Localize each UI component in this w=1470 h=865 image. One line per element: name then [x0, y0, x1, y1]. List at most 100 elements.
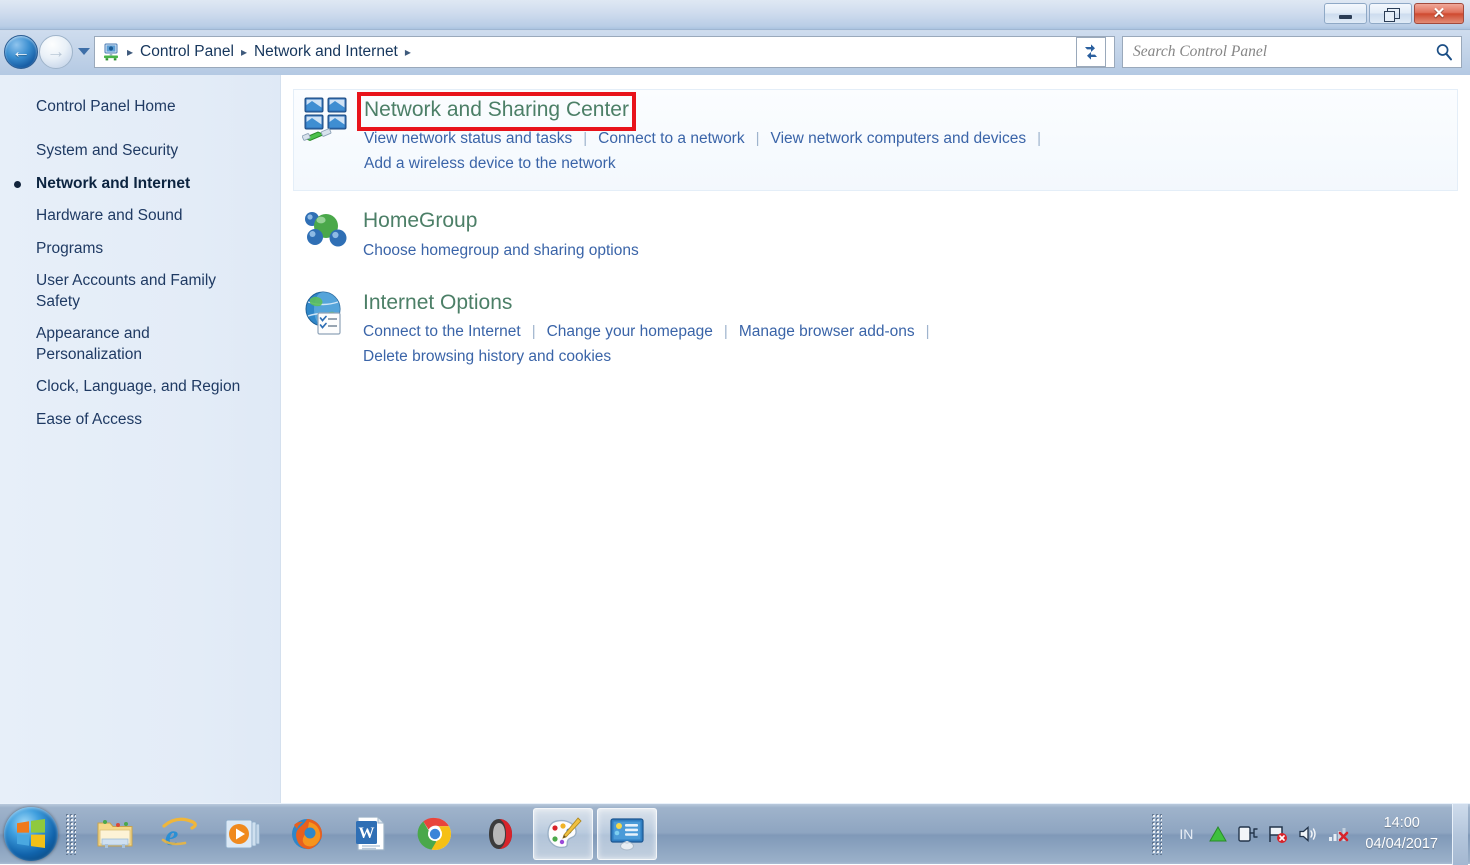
link-delete-browsing-history-and-cookies[interactable]: Delete browsing history and cookies	[363, 344, 611, 369]
network-sharing-center-icon	[301, 96, 356, 146]
sidebar-item-label: User Accounts and Family Safety	[36, 272, 217, 310]
sidebar-item-clock-language-and-region[interactable]: Clock, Language, and Region	[0, 371, 280, 403]
taskbar-item-opera[interactable]	[469, 808, 529, 860]
taskbar-item-mozilla-firefox[interactable]	[277, 808, 337, 860]
windows-media-player-icon	[225, 819, 260, 849]
close-icon: ✕	[1432, 5, 1446, 22]
address-bar[interactable]: ▸ Control Panel ▸ Network and Internet ▸	[94, 36, 1115, 68]
control-panel-icon	[101, 42, 121, 62]
taskbar-grip[interactable]	[65, 813, 76, 855]
recent-pages-button[interactable]	[76, 45, 92, 59]
homegroup-icon	[301, 207, 355, 257]
category-title-homegroup[interactable]: HomeGroup	[363, 209, 477, 233]
link-manage-browser-add-ons[interactable]: Manage browser add-ons	[739, 319, 915, 344]
navigation-bar: ← → ▸ Control Panel ▸ Network and Intern…	[0, 31, 1470, 75]
mozilla-firefox-icon	[292, 819, 322, 850]
sidebar-item-label: Clock, Language, and Region	[36, 378, 241, 396]
category-title-wrapper: Network and Sharing Center	[357, 92, 636, 132]
link-view-network-computers-and-devices[interactable]: View network computers and devices	[771, 126, 1027, 151]
chevron-down-icon	[78, 48, 90, 55]
category-body: HomeGroup Choose homegroup and sharing o…	[363, 207, 1450, 262]
taskbar-item-internet-explorer[interactable]: e	[149, 808, 209, 860]
show-desktop-button[interactable]	[1452, 803, 1468, 865]
network-icon[interactable]	[1323, 814, 1353, 854]
category-body: Network and Sharing Center View network …	[357, 92, 1449, 176]
system-tray: IN 14:00 04/04/2017	[1144, 803, 1470, 865]
breadcrumb-control-panel[interactable]: Control Panel	[135, 43, 239, 61]
action-center-icon[interactable]	[1263, 814, 1293, 854]
search-box[interactable]	[1122, 36, 1462, 68]
sidebar-item-label: System and Security	[36, 142, 179, 160]
sidebar-item-user-accounts-and-family-safety[interactable]: User Accounts and Family Safety	[0, 265, 235, 318]
maximize-button[interactable]	[1369, 3, 1412, 24]
category-link-row: Delete browsing history and cookies	[363, 344, 1450, 369]
internet-options-icon	[301, 289, 355, 339]
battery-icon[interactable]	[1233, 814, 1263, 854]
back-button[interactable]: ←	[4, 35, 38, 69]
clock[interactable]: 14:00 04/04/2017	[1353, 813, 1450, 854]
sidebar-item-network-and-internet[interactable]: Network and Internet	[0, 168, 280, 200]
sidebar-item-label: Ease of Access	[36, 410, 142, 428]
search-input[interactable]	[1123, 37, 1427, 67]
taskbar: e W IN 14:00 04/04/2017	[0, 803, 1470, 865]
language-indicator[interactable]: IN	[1169, 826, 1203, 842]
category-link-row: Add a wireless device to the network	[364, 151, 1449, 176]
link-change-your-homepage[interactable]: Change your homepage	[547, 319, 713, 344]
link-choose-homegroup-and-sharing-options[interactable]: Choose homegroup and sharing options	[363, 238, 639, 263]
breadcrumb-separator: ▸	[127, 45, 134, 59]
sidebar-item-programs[interactable]: Programs	[0, 233, 280, 265]
sidebar-item-label: Network and Internet	[36, 174, 191, 192]
link-separator: |	[755, 130, 760, 148]
svg-text:W: W	[359, 825, 375, 842]
link-separator: |	[925, 322, 930, 340]
show-hidden-icons[interactable]	[1203, 814, 1233, 854]
category-internet-options: Internet Options Connect to the Internet…	[293, 283, 1458, 379]
maximize-icon	[1383, 7, 1400, 22]
breadcrumb-separator: ▸	[240, 45, 247, 59]
start-button[interactable]	[4, 807, 58, 861]
paint-icon	[547, 817, 582, 849]
forward-button[interactable]: →	[39, 35, 73, 69]
sidebar-item-system-and-security[interactable]: System and Security	[0, 135, 280, 167]
opera-icon	[489, 819, 512, 849]
taskbar-item-google-chrome[interactable]	[405, 808, 465, 860]
category-network-and-sharing-center: Network and Sharing Center View network …	[293, 89, 1458, 192]
sidebar-item-label: Hardware and Sound	[36, 207, 183, 225]
sidebar-item-hardware-and-sound[interactable]: Hardware and Sound	[0, 200, 280, 232]
sidebar-item-appearance-and-personalization[interactable]: Appearance and Personalization	[0, 318, 210, 371]
link-connect-to-a-network[interactable]: Connect to a network	[598, 126, 744, 151]
sidebar-item-ease-of-access[interactable]: Ease of Access	[0, 404, 280, 436]
sidebar-item-label: Control Panel Home	[36, 98, 176, 115]
tray-grip[interactable]	[1151, 813, 1163, 855]
sidebar-item-label: Programs	[36, 239, 104, 257]
sidebar-item-label: Appearance and Personalization	[36, 325, 150, 363]
back-arrow-icon: ←	[11, 41, 31, 63]
title-bar: ✕	[0, 0, 1470, 30]
taskbar-item-paint[interactable]	[533, 808, 593, 860]
link-separator: |	[1037, 130, 1042, 148]
sidebar-item-control-panel-home[interactable]: Control Panel Home	[0, 91, 280, 123]
category-link-row: Connect to the Internet | Change your ho…	[363, 319, 1450, 344]
window-body: Control Panel Home System and Security N…	[0, 75, 1470, 803]
volume-icon[interactable]	[1293, 814, 1323, 854]
close-button[interactable]: ✕	[1414, 3, 1464, 24]
taskbar-item-windows-explorer[interactable]	[85, 808, 145, 860]
minimize-icon	[1339, 15, 1352, 19]
search-icon[interactable]	[1427, 42, 1461, 62]
category-title-network-and-sharing-center[interactable]: Network and Sharing Center	[364, 98, 629, 122]
taskbar-item-microsoft-word[interactable]: W	[341, 808, 401, 860]
link-add-a-wireless-device-to-the-network[interactable]: Add a wireless device to the network	[364, 151, 616, 176]
category-title-internet-options[interactable]: Internet Options	[363, 291, 512, 315]
link-separator: |	[723, 322, 728, 340]
refresh-icon	[1085, 44, 1097, 60]
link-view-network-status-and-tasks[interactable]: View network status and tasks	[364, 126, 572, 151]
category-title-wrapper: HomeGroup	[363, 209, 477, 237]
link-separator: |	[531, 322, 536, 340]
taskbar-item-control-panel[interactable]	[597, 808, 657, 860]
link-separator: |	[583, 130, 588, 148]
breadcrumb-network-and-internet[interactable]: Network and Internet	[249, 43, 403, 61]
link-connect-to-the-internet[interactable]: Connect to the Internet	[363, 319, 521, 344]
minimize-button[interactable]	[1324, 3, 1367, 24]
taskbar-item-windows-media-player[interactable]	[213, 808, 273, 860]
refresh-button[interactable]	[1076, 37, 1106, 67]
